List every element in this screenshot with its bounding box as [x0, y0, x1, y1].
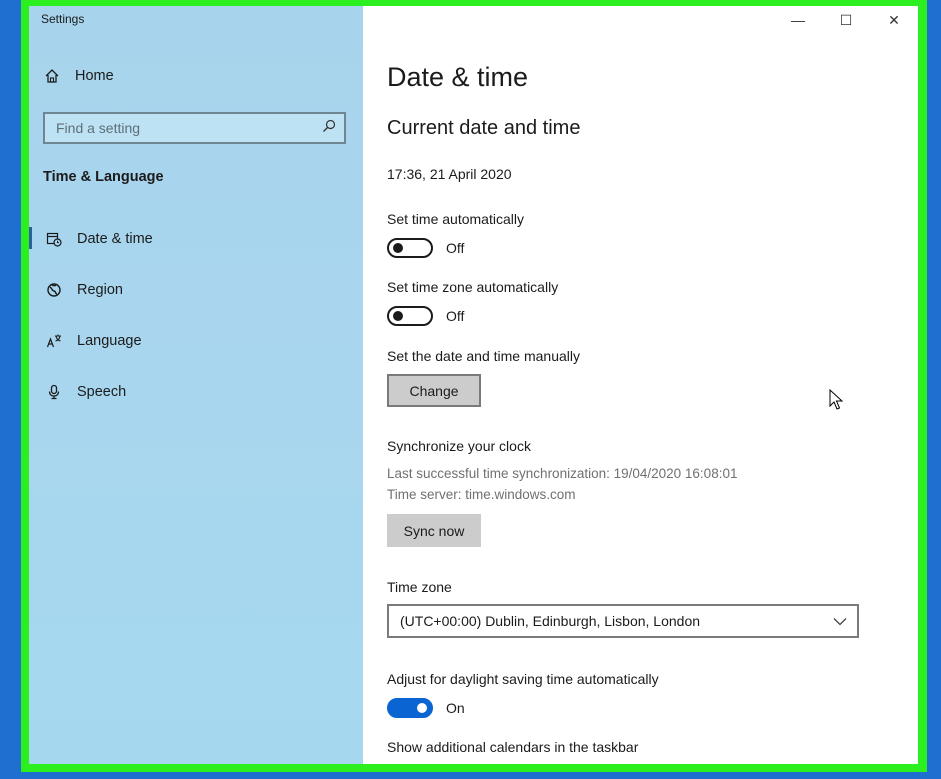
nav-item-speech[interactable]: Speech	[29, 366, 363, 417]
nav-item-label: Date & time	[77, 230, 153, 247]
set-time-auto-toggle[interactable]: Off	[387, 238, 464, 258]
calendars-label: Show additional calendars in the taskbar	[387, 739, 639, 755]
toggle-state: Off	[446, 240, 465, 256]
home-icon	[43, 68, 61, 84]
manual-label: Set the date and time manually	[387, 348, 581, 364]
toggle-state: Off	[446, 308, 465, 324]
chevron-down-icon	[833, 613, 847, 629]
nav-home-label: Home	[75, 68, 114, 84]
timezone-label: Time zone	[387, 579, 452, 595]
timezone-select[interactable]: (UTC+00:00) Dublin, Edinburgh, Lisbon, L…	[387, 604, 859, 638]
set-tz-auto-toggle[interactable]: Off	[387, 306, 464, 326]
search-input[interactable]	[56, 120, 306, 136]
sidebar: Settings Home Time & Language Date & tim…	[29, 6, 363, 764]
nav-item-label: Region	[77, 281, 123, 298]
nav-item-region[interactable]: Region	[29, 264, 363, 315]
search-icon[interactable]	[322, 119, 336, 138]
set-time-auto-label: Set time automatically	[387, 211, 524, 227]
nav-home[interactable]: Home	[43, 68, 114, 84]
sync-heading: Synchronize your clock	[387, 438, 531, 454]
app-title: Settings	[41, 12, 85, 26]
current-datetime: 17:36, 21 April 2020	[387, 166, 512, 182]
main-content: Date & time Current date and time 17:36,…	[387, 6, 907, 764]
toggle-switch[interactable]	[387, 306, 433, 326]
change-button[interactable]: Change	[387, 374, 481, 407]
mouse-cursor-icon	[829, 389, 843, 410]
dst-toggle[interactable]: On	[387, 698, 465, 718]
toggle-state: On	[446, 700, 465, 716]
language-icon	[45, 333, 63, 349]
search-box[interactable]	[43, 112, 346, 144]
microphone-icon	[45, 384, 63, 400]
toggle-switch[interactable]	[387, 238, 433, 258]
nav-item-label: Language	[77, 332, 142, 349]
time-server-text: Time server: time.windows.com	[387, 487, 576, 502]
last-sync-text: Last successful time synchronization: 19…	[387, 466, 738, 481]
settings-window: Settings Home Time & Language Date & tim…	[29, 6, 918, 764]
set-tz-auto-label: Set time zone automatically	[387, 279, 559, 295]
nav-item-label: Speech	[77, 383, 127, 400]
timezone-value: (UTC+00:00) Dublin, Edinburgh, Lisbon, L…	[400, 613, 701, 629]
nav-item-date-time[interactable]: Date & time	[29, 213, 363, 264]
dst-label: Adjust for daylight saving time automati…	[387, 671, 659, 687]
globe-icon	[45, 282, 63, 298]
current-heading: Current date and time	[387, 117, 581, 139]
page-title: Date & time	[387, 62, 529, 92]
calendar-clock-icon	[45, 231, 63, 247]
nav-item-language[interactable]: Language	[29, 315, 363, 366]
toggle-switch[interactable]	[387, 698, 433, 718]
nav-list: Date & time Region Language Speech	[29, 213, 363, 417]
section-title: Time & Language	[43, 169, 164, 185]
sync-now-button[interactable]: Sync now	[387, 514, 481, 547]
